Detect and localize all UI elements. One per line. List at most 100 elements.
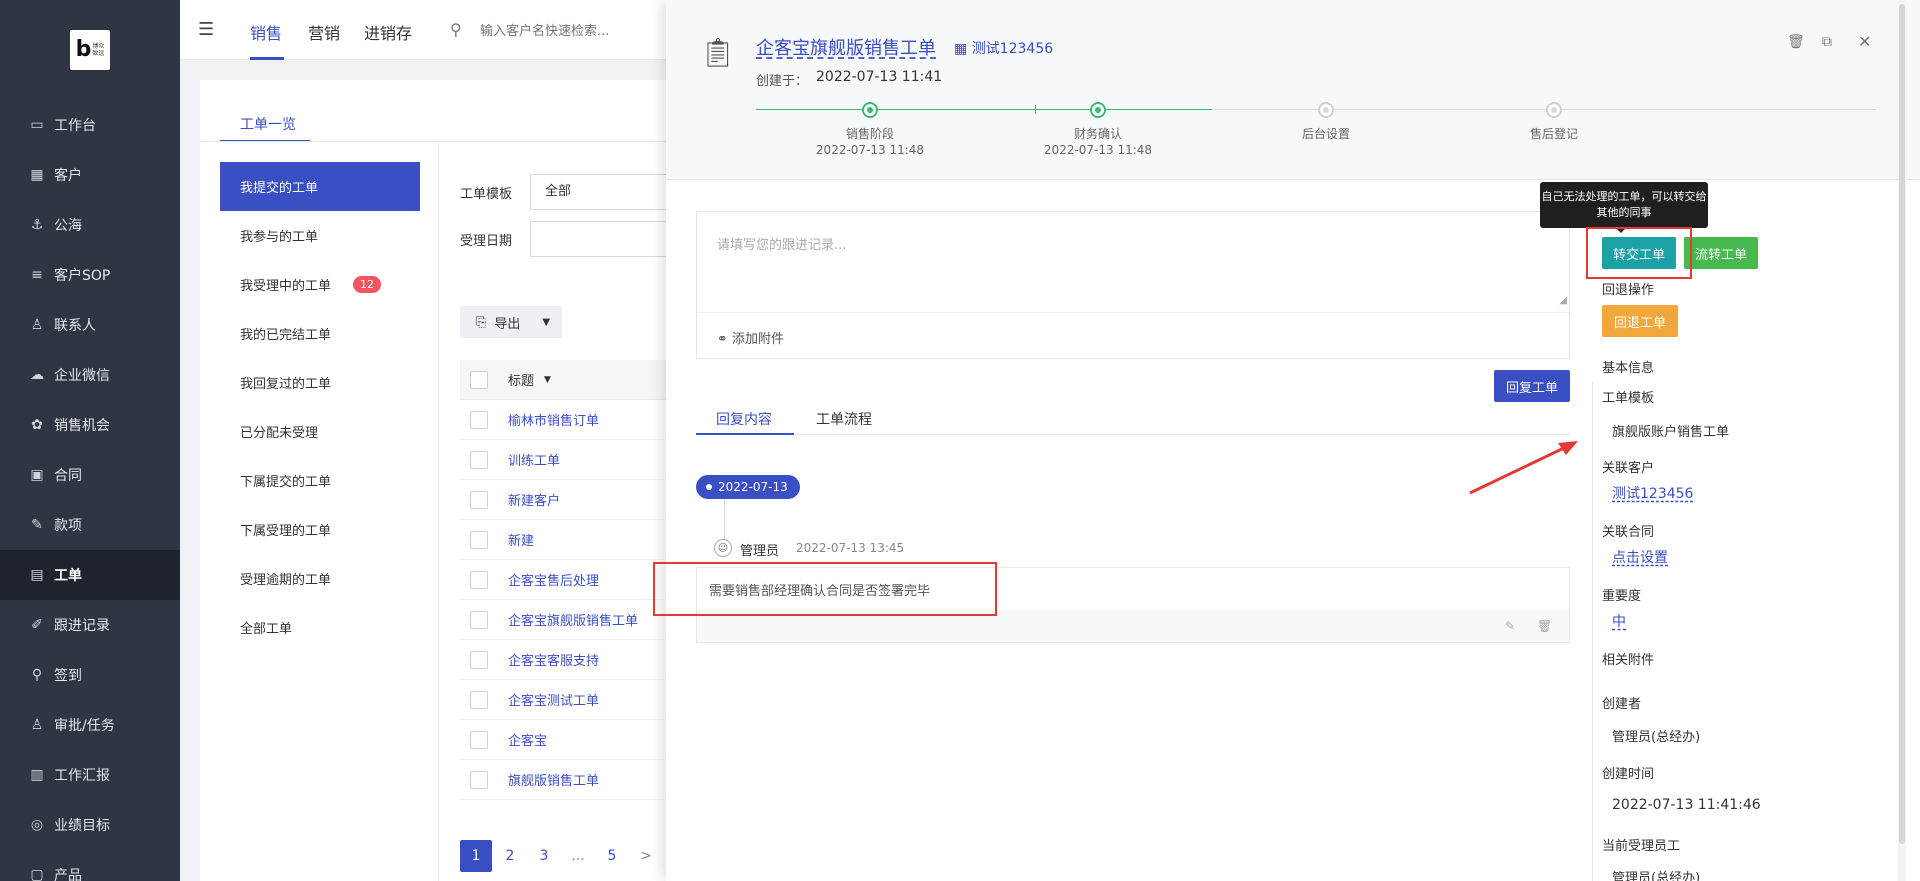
sidebar-item-2[interactable]: ⚓ 公海 [0,200,180,250]
sort-caret-icon[interactable]: ▼ [544,375,551,385]
building-icon: ▦ [30,167,44,183]
row-checkbox[interactable] [470,490,488,509]
row-checkbox[interactable] [470,410,488,429]
add-attachment-link[interactable]: ⚭ 添加附件 [717,328,784,347]
ticket-title-link[interactable]: 训练工单 [508,450,560,469]
step-name: 销售阶段 [845,127,894,141]
table-row: 新建 [460,520,670,560]
template-filter-label: 工单模板 [460,187,513,202]
open-window-icon[interactable]: ⧉ [1822,34,1832,50]
row-checkbox[interactable] [470,570,488,589]
date-filter-input[interactable] [530,221,670,257]
resize-handle-icon[interactable]: ◢ [1559,295,1567,306]
ticket-title-link[interactable]: 企客宝测试工单 [508,690,599,709]
step-marker [862,102,878,118]
sidebar-item-12[interactable]: ♙ 审批/任务 [0,700,180,750]
filter-menu-item[interactable]: 已分配未受理 [220,407,420,456]
delete-icon[interactable]: 🗑︎ [1537,619,1552,633]
ship-icon: ⚓ [30,217,44,233]
row-checkbox[interactable] [470,450,488,469]
customer-link[interactable]: 测试123456 [1612,483,1693,503]
select-all-checkbox[interactable] [470,370,488,389]
rollback-ticket-button[interactable]: 回退工单 [1602,305,1678,337]
ticket-title[interactable]: 企客宝旗舰版销售工单 [756,34,936,60]
priority-value[interactable]: 中 [1612,611,1626,631]
ticket-title-link[interactable]: 企客宝旗舰版销售工单 [508,610,638,629]
close-icon[interactable]: ✕ [1858,32,1871,51]
sidebar-item-6[interactable]: ✿ 销售机会 [0,400,180,450]
row-checkbox[interactable] [470,690,488,709]
row-checkbox[interactable] [470,730,488,749]
edit-icon[interactable]: ✎ [1505,619,1515,633]
sidebar-item-14[interactable]: ◎ 业绩目标 [0,800,180,850]
filter-menu-item[interactable]: 我受理中的工单 12 [220,260,420,309]
filter-menu-item[interactable]: 我回复过的工单 [220,358,420,407]
sidebar-item-label: 工作汇报 [54,768,110,784]
ticket-title-link[interactable]: 企客宝客服支持 [508,650,599,669]
ticket-title-link[interactable]: 企客宝售后处理 [508,570,599,589]
flow-ticket-button[interactable]: 流转工单 [1684,237,1758,269]
sidebar-item-4[interactable]: ♙ 联系人 [0,300,180,350]
search-icon[interactable]: ⚲ [450,20,462,39]
filter-menu-item[interactable]: 我的已完结工单 [220,309,420,358]
ticket-title-link[interactable]: 旗舰版销售工单 [508,770,599,789]
row-checkbox[interactable] [470,610,488,629]
filter-menu-item[interactable]: 我参与的工单 [220,211,420,260]
filter-menu-item[interactable]: 全部工单 [220,603,420,652]
row-checkbox[interactable] [470,650,488,669]
reply-ticket-button[interactable]: 回复工单 [1494,370,1570,402]
sidebar-item-3[interactable]: ≡ 客户SOP [0,250,180,300]
dot-icon [706,484,712,490]
sidebar-item-15[interactable]: ▢ 产品 [0,850,180,881]
active-tab-indicator [250,57,284,60]
drawer-scrollbar-thumb[interactable] [1899,4,1905,844]
set-contract-link[interactable]: 点击设置 [1612,547,1668,567]
sidebar-item-8[interactable]: ✎ 款项 [0,500,180,550]
sidebar-item-9[interactable]: ▤ 工单 [0,550,180,600]
collapse-menu-icon[interactable]: ☰ [198,19,218,40]
ticket-title-link[interactable]: 榆林市销售订单 [508,410,599,429]
sidebar-item-7[interactable]: ▣ 合同 [0,450,180,500]
follow-up-input[interactable]: 请填写您的跟进记录... [717,234,846,253]
top-tab-marketing[interactable]: 营销 [308,20,340,44]
next-page-button[interactable]: > [630,840,662,872]
related-customer-link[interactable]: ▦ 测试123456 [954,38,1053,58]
page-button[interactable]: 1 [460,840,492,872]
row-checkbox[interactable] [470,770,488,789]
delete-icon[interactable]: 🗑︎ [1787,34,1805,50]
reply-tabs: 回复内容 工单流程 [696,399,1570,435]
ticket-table-body: 榆林市销售订单 训练工单 新建客户 新建 企客宝售后处理 企客宝旗舰版销售工单 企客宝客服支… [460,400,670,800]
tab-ticket-overview[interactable]: 工单一览 [240,114,296,134]
top-tab-inventory[interactable]: 进销存 [364,20,412,44]
sidebar-item-0[interactable]: ▭ 工作台 [0,100,180,150]
template-filter-select[interactable]: 全部 [530,174,670,210]
follow-up-editor[interactable]: 请填写您的跟进记录... ⚭ 添加附件 ◢ [696,211,1570,359]
sidebar-item-10[interactable]: ✐ 跟进记录 [0,600,180,650]
sidebar-item-13[interactable]: ▥ 工作汇报 [0,750,180,800]
ticket-title-link[interactable]: 企客宝 [508,730,547,749]
customer-search-input[interactable] [480,20,680,42]
page-button[interactable]: 3 [528,840,560,872]
sidebar-item-5[interactable]: ☁ 企业微信 [0,350,180,400]
column-title-header[interactable]: 标题 [508,370,534,389]
tab-reply-content[interactable]: 回复内容 [716,409,772,429]
tab-ticket-flow[interactable]: 工单流程 [816,409,872,429]
ticket-title-link[interactable]: 新建客户 [508,490,560,509]
filter-menu-item[interactable]: 下属提交的工单 [220,456,420,505]
page-button[interactable]: 2 [494,840,526,872]
page-button[interactable]: 5 [596,840,628,872]
filter-menu-item[interactable]: 受理逾期的工单 [220,554,420,603]
row-checkbox[interactable] [470,530,488,549]
app-logo[interactable]: b 博众 致远 [70,30,110,70]
workflow-steps: 销售阶段 2022-07-13 11:48 财务确认 2022-07-13 11:48… [756,100,1876,160]
drawer-header: 📋︎ 企客宝旗舰版销售工单 ▦ 测试123456 创建于： 2022-07-13… [666,0,1920,180]
filter-menu-item[interactable]: 下属受理的工单 [220,505,420,554]
export-button[interactable]: ⎘ 导出 ▼ [460,306,562,338]
sidebar-item-1[interactable]: ▦ 客户 [0,150,180,200]
sidebar-item-11[interactable]: ⚲ 签到 [0,650,180,700]
filter-menu-item[interactable]: 我提交的工单 [220,162,420,211]
top-tab-sales[interactable]: 销售 [250,20,282,44]
caret-down-icon[interactable]: ▼ [542,317,550,328]
page-button[interactable]: ... [562,840,594,872]
ticket-title-link[interactable]: 新建 [508,530,534,549]
